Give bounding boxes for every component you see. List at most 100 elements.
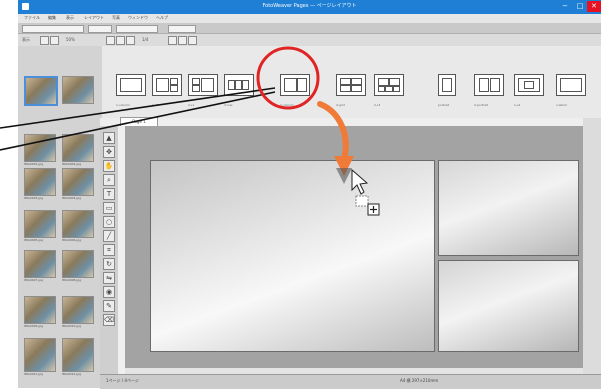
secondary-toolbar: 表示 50% 1/4: [18, 34, 601, 46]
zoom-readout: 50%: [66, 37, 75, 42]
thumbnail[interactable]: [62, 168, 94, 196]
layout-label: 4-grid: [336, 103, 345, 107]
thumbnail-label: IMG0011.jpg: [24, 372, 44, 376]
crop-icon[interactable]: [188, 36, 197, 45]
crop-tool-icon[interactable]: ⌗: [103, 244, 115, 256]
layout-label: custom: [556, 103, 568, 107]
grid-view-icon[interactable]: [40, 36, 49, 45]
thumbnail-label: IMG0005.jpg: [24, 238, 44, 242]
photo-frame-bottom-right[interactable]: [438, 260, 579, 352]
filter-select[interactable]: [168, 25, 196, 33]
layout-label: 2+1: [188, 103, 195, 107]
layout-button[interactable]: [116, 74, 146, 96]
thumbnail[interactable]: [24, 76, 58, 106]
ellipse-tool-icon[interactable]: ○: [103, 216, 115, 228]
minimize-icon[interactable]: −: [558, 1, 572, 12]
thumbnail[interactable]: [24, 338, 56, 372]
status-size-text: A4 横 297×210mm: [400, 378, 439, 383]
frame-tool-icon[interactable]: ▭: [103, 202, 115, 214]
thumbnail-label: IMG0004.jpg: [62, 196, 82, 200]
thumbnail[interactable]: [62, 250, 94, 278]
thumbnail-label: IMG0006.jpg: [62, 238, 82, 242]
thumbnail[interactable]: [62, 134, 94, 162]
maximize-icon[interactable]: □: [573, 1, 587, 12]
menu-help[interactable]: ヘルプ: [156, 15, 168, 21]
layout-label: 3-row: [224, 103, 233, 107]
layout-button[interactable]: [224, 74, 254, 96]
layout-label: 1-column: [116, 103, 131, 107]
thumbnail[interactable]: [24, 134, 56, 162]
layout-button[interactable]: [374, 74, 404, 96]
thumbnail-label: IMG0010.jpg: [62, 324, 82, 328]
flip-tool-icon[interactable]: ⇋: [103, 272, 115, 284]
arrow-icon[interactable]: [106, 36, 115, 45]
page-readout: 1/4: [142, 37, 149, 42]
menu-edit[interactable]: 編集: [48, 15, 56, 21]
hand-icon[interactable]: [116, 36, 125, 45]
layout-button[interactable]: [188, 74, 218, 96]
layout-button[interactable]: [438, 74, 456, 96]
status-bar: 1ページ / 4ページ A4 横 297×210mm: [100, 374, 601, 389]
thumbnail[interactable]: [62, 296, 94, 324]
folder-select[interactable]: [22, 25, 84, 33]
layout-label: 2+3: [374, 103, 381, 107]
menu-layout[interactable]: レイアウト: [84, 15, 104, 21]
layout-button[interactable]: [556, 74, 586, 96]
thumbnail-label: IMG0003.jpg: [24, 196, 44, 200]
layout-button-highlighted[interactable]: [280, 74, 310, 96]
title-bar: FotoWeaver Pages — ページレイアウト − □ ✕: [18, 0, 601, 14]
thumbnail[interactable]: [62, 76, 94, 104]
menu-file[interactable]: ファイル: [24, 15, 40, 21]
sort-select[interactable]: [88, 25, 112, 33]
photo-frame-large[interactable]: [150, 160, 435, 352]
view-label: 表示: [22, 37, 30, 42]
thumbnail-label: IMG0008.jpg: [62, 278, 82, 282]
layout-button[interactable]: [336, 74, 366, 96]
window-title: FotoWeaver Pages — ページレイアウト: [262, 3, 357, 9]
rotate-icon[interactable]: [168, 36, 177, 45]
layout-button[interactable]: [152, 74, 182, 96]
zoom-tool-icon[interactable]: ⌕: [103, 174, 115, 186]
thumbnail[interactable]: [24, 296, 56, 324]
eyedropper-tool-icon[interactable]: ✎: [103, 300, 115, 312]
layout-label: 2-portrait: [474, 103, 489, 107]
photo-frame-top-right[interactable]: [438, 160, 579, 256]
layout-label: 1+2: [152, 103, 159, 107]
layout-button[interactable]: [474, 74, 504, 96]
flip-icon[interactable]: [178, 36, 187, 45]
thumbnail-label: IMG0012.jpg: [62, 372, 82, 376]
menu-window[interactable]: ウィンドウ: [128, 15, 148, 21]
close-icon[interactable]: ✕: [587, 1, 601, 12]
fill-tool-icon[interactable]: ◉: [103, 286, 115, 298]
thumbnail[interactable]: [62, 338, 94, 372]
thumbnail[interactable]: [24, 168, 56, 196]
status-page-text: 1ページ / 4ページ: [106, 378, 139, 383]
thumbnail-panel: IMG0001.jpg IMG0002.jpg IMG0003.jpg IMG0…: [18, 46, 103, 388]
thumbnail[interactable]: [24, 210, 56, 238]
thumbnail-label: IMG0002.jpg: [62, 162, 82, 166]
menu-bar: ファイル 編集 表示 レイアウト 写真 ウィンドウ ヘルプ: [18, 14, 601, 23]
text-tool-icon[interactable]: T: [103, 188, 115, 200]
layout-label: 2-column: [280, 103, 295, 107]
layout-label: portrait: [438, 103, 450, 107]
hand-tool-icon[interactable]: ✋: [103, 160, 115, 172]
layout-label: 1+4: [514, 103, 521, 107]
thumbnail-label: IMG0001.jpg: [24, 162, 44, 166]
top-toolbar: [18, 23, 601, 34]
eraser-tool-icon[interactable]: ⌫: [103, 314, 115, 326]
layout-template-bar: 1-column 1+2 2+1 3-row 2-column 4-grid 2…: [102, 46, 601, 118]
zoom-icon[interactable]: [126, 36, 135, 45]
move-tool-icon[interactable]: ✥: [103, 146, 115, 158]
menu-view[interactable]: 表示: [66, 15, 74, 21]
menu-photo[interactable]: 写真: [112, 15, 120, 21]
thumbnail-label: IMG0007.jpg: [24, 278, 44, 282]
line-tool-icon[interactable]: ╱: [103, 230, 115, 242]
list-view-icon[interactable]: [50, 36, 59, 45]
view-select[interactable]: [116, 25, 158, 33]
select-tool-icon[interactable]: ▲: [103, 132, 115, 144]
thumbnail[interactable]: [62, 210, 94, 238]
tool-palette: ▲ ✥ ✋ ⌕ T ▭ ○ ╱ ⌗ ↻ ⇋ ◉ ✎ ⌫: [100, 126, 119, 374]
rotate-tool-icon[interactable]: ↻: [103, 258, 115, 270]
thumbnail[interactable]: [24, 250, 56, 278]
layout-button[interactable]: [514, 74, 544, 96]
